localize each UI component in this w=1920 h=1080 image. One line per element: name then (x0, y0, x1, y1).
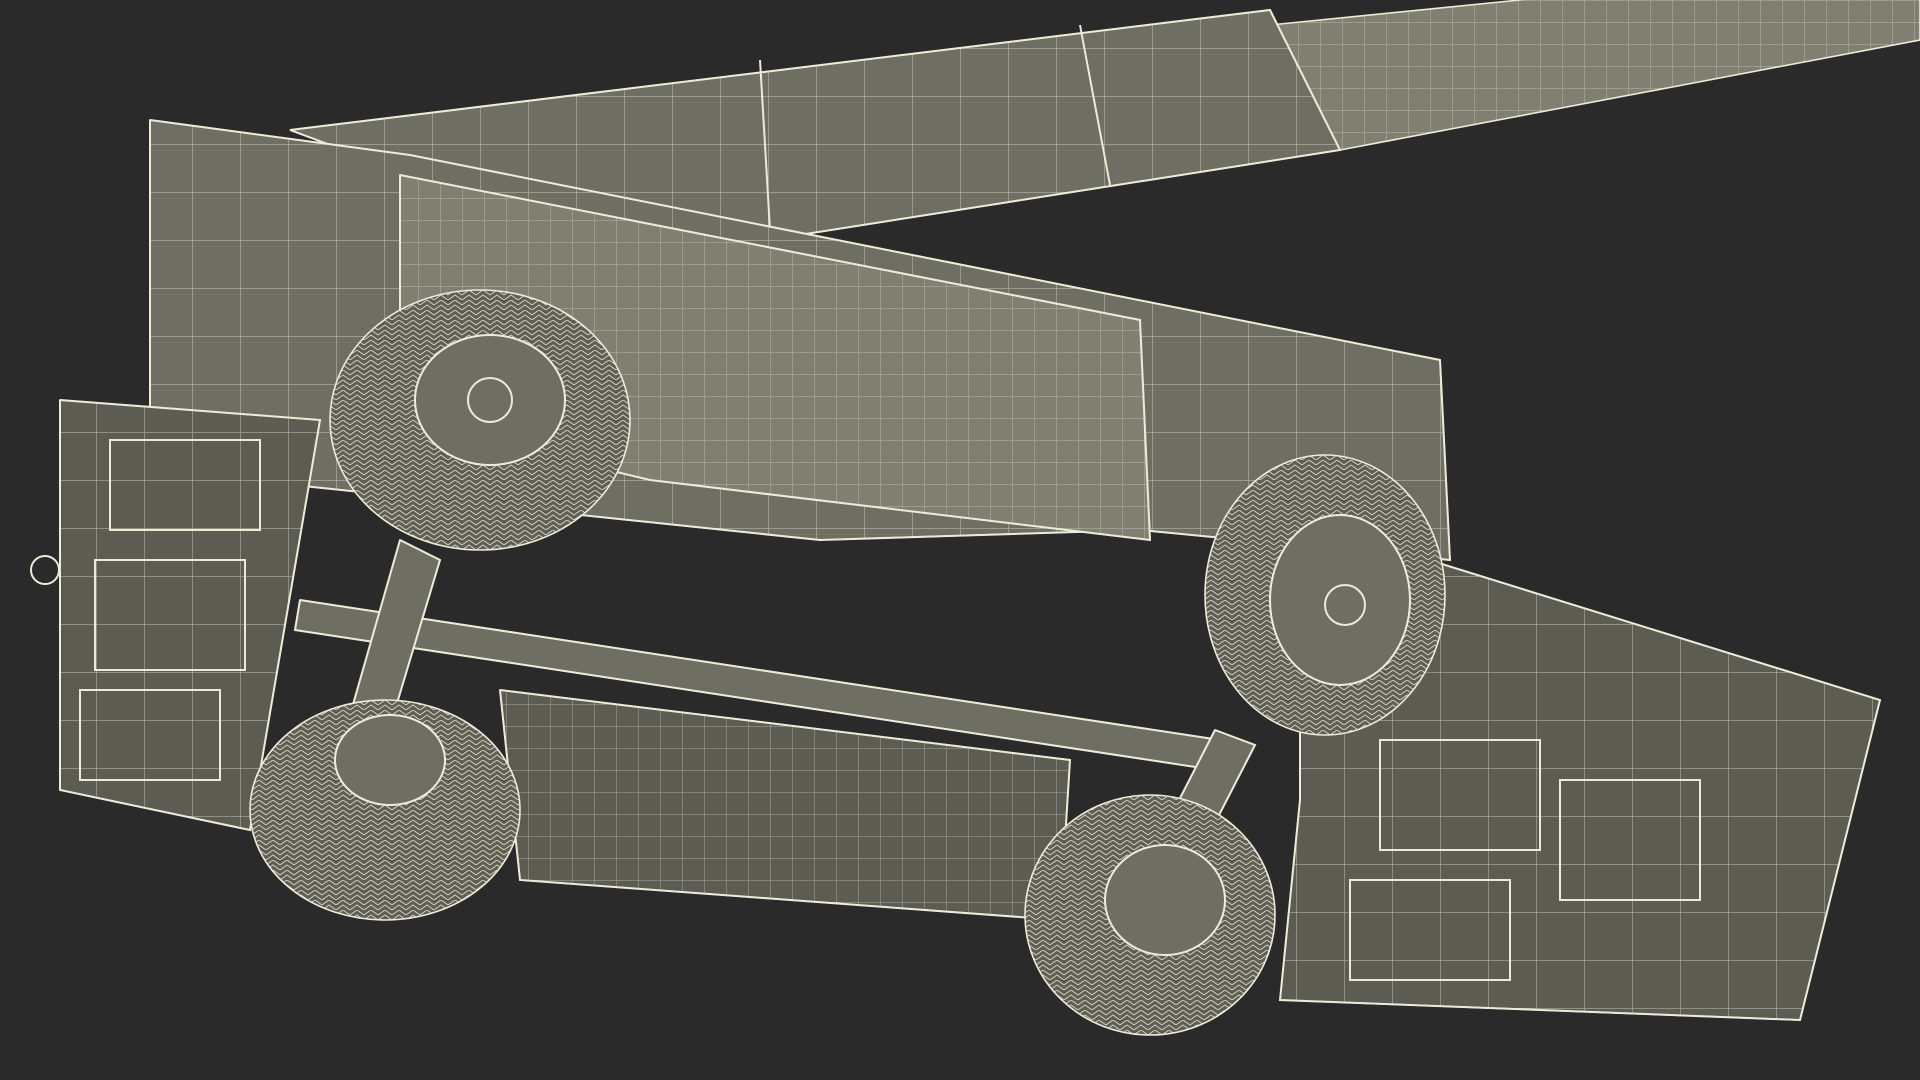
wheel-rear-lower (249, 699, 521, 921)
wheel-rear-upper (329, 289, 631, 551)
wheel-front-upper (1204, 454, 1446, 736)
wheel-front-lower (1024, 794, 1276, 1036)
render-viewport (0, 0, 1920, 1080)
wireframe-model (0, 0, 1920, 1080)
